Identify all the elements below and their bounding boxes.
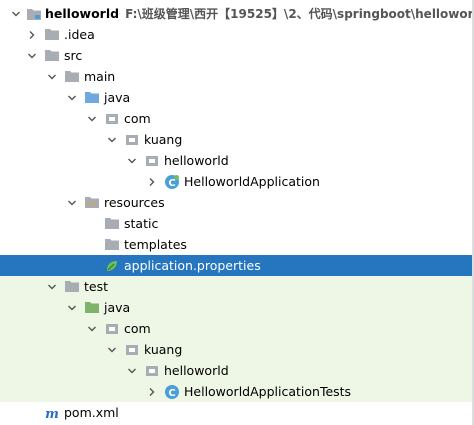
- folder-icon: [64, 276, 80, 297]
- source-folder-icon: [84, 87, 100, 108]
- folder-icon: [64, 66, 80, 87]
- tree-label: java: [104, 300, 131, 315]
- spring-class-icon: C: [164, 171, 180, 192]
- tree-label: java: [104, 90, 131, 105]
- tree-row-static[interactable]: static: [0, 213, 472, 234]
- chevron-down-icon[interactable]: [45, 276, 59, 297]
- tree-row-test-kuang[interactable]: kuang: [0, 339, 472, 360]
- package-icon: [144, 360, 160, 381]
- resources-folder-icon: [84, 192, 100, 213]
- tree-row-helloworld-application[interactable]: C HelloworldApplication: [0, 171, 472, 192]
- tree-label: kuang: [144, 132, 183, 147]
- tree-row-test[interactable]: test: [0, 276, 472, 297]
- chevron-right-icon[interactable]: [145, 381, 159, 402]
- package-icon: [124, 339, 140, 360]
- tree-label: helloworld: [164, 153, 229, 168]
- chevron-down-icon[interactable]: [45, 66, 59, 87]
- tree-label: pom.xml: [64, 405, 119, 420]
- tree-label: .idea: [64, 27, 95, 42]
- tree-row-main[interactable]: main: [0, 66, 472, 87]
- chevron-down-icon[interactable]: [105, 129, 119, 150]
- tree-row-pom-xml[interactable]: m pom.xml: [0, 402, 472, 423]
- tree-row-test-java[interactable]: java: [0, 297, 472, 318]
- tree-row-main-java[interactable]: java: [0, 87, 472, 108]
- tree-row-helloworld-application-tests[interactable]: C HelloworldApplicationTests: [0, 381, 472, 402]
- tree-label: com: [124, 111, 151, 126]
- module-folder-icon: [26, 3, 42, 24]
- maven-icon: m: [44, 402, 60, 423]
- root-path: F:\班级管理\西开【19525】\2、代码\springboot\hellow…: [125, 7, 474, 21]
- tree-label: test: [84, 279, 109, 294]
- chevron-down-icon[interactable]: [65, 297, 79, 318]
- tree-row-test-com[interactable]: com: [0, 318, 472, 339]
- tree-label: helloworld F:\班级管理\西开【19525】\2、代码\springb…: [45, 3, 474, 24]
- tree-row-resources[interactable]: resources: [0, 192, 472, 213]
- chevron-down-icon[interactable]: [85, 318, 99, 339]
- svg-text:m: m: [45, 407, 59, 420]
- chevron-down-icon[interactable]: [105, 339, 119, 360]
- package-icon: [104, 318, 120, 339]
- tree-label: src: [64, 48, 83, 63]
- tree-row-helloworld-root[interactable]: helloworld F:\班级管理\西开【19525】\2、代码\springb…: [0, 3, 474, 24]
- tree-label: static: [124, 216, 159, 231]
- tree-row-templates[interactable]: templates: [0, 234, 472, 255]
- tree-label: helloworld: [164, 363, 229, 378]
- tree-row-main-kuang[interactable]: kuang: [0, 129, 472, 150]
- tree-label: kuang: [144, 342, 183, 357]
- tree-row-test-helloworld[interactable]: helloworld: [0, 360, 472, 381]
- folder-icon: [104, 213, 120, 234]
- chevron-right-icon[interactable]: [145, 171, 159, 192]
- chevron-down-icon[interactable]: [85, 108, 99, 129]
- test-source-folder-icon: [84, 297, 100, 318]
- tree-label: application.properties: [124, 258, 261, 273]
- tree-label: com: [124, 321, 151, 336]
- chevron-down-icon[interactable]: [125, 360, 139, 381]
- chevron-down-icon[interactable]: [9, 3, 23, 24]
- folder-icon: [44, 24, 60, 45]
- tree-label: resources: [104, 195, 165, 210]
- svg-text:C: C: [168, 388, 175, 399]
- class-icon: C: [164, 381, 180, 402]
- tree-row-main-helloworld[interactable]: helloworld: [0, 150, 472, 171]
- tree-label: templates: [124, 237, 187, 252]
- tree-row-src[interactable]: src: [0, 45, 472, 66]
- chevron-down-icon[interactable]: [125, 150, 139, 171]
- tree-label: HelloworldApplicationTests: [184, 384, 352, 399]
- project-tree: helloworld F:\班级管理\西开【19525】\2、代码\springb…: [0, 0, 474, 425]
- package-icon: [104, 108, 120, 129]
- tree-label: main: [84, 69, 116, 84]
- tree-row-idea[interactable]: .idea: [0, 24, 472, 45]
- spring-properties-icon: [104, 255, 120, 276]
- chevron-down-icon[interactable]: [65, 192, 79, 213]
- package-icon: [144, 150, 160, 171]
- folder-icon: [44, 45, 60, 66]
- folder-icon: [104, 234, 120, 255]
- chevron-down-icon[interactable]: [25, 45, 39, 66]
- tree-row-application-properties[interactable]: application.properties: [0, 255, 472, 276]
- chevron-right-icon[interactable]: [25, 24, 39, 45]
- tree-label: HelloworldApplication: [184, 174, 320, 189]
- svg-text:C: C: [168, 178, 175, 189]
- package-icon: [124, 129, 140, 150]
- chevron-down-icon[interactable]: [65, 87, 79, 108]
- tree-row-main-com[interactable]: com: [0, 108, 472, 129]
